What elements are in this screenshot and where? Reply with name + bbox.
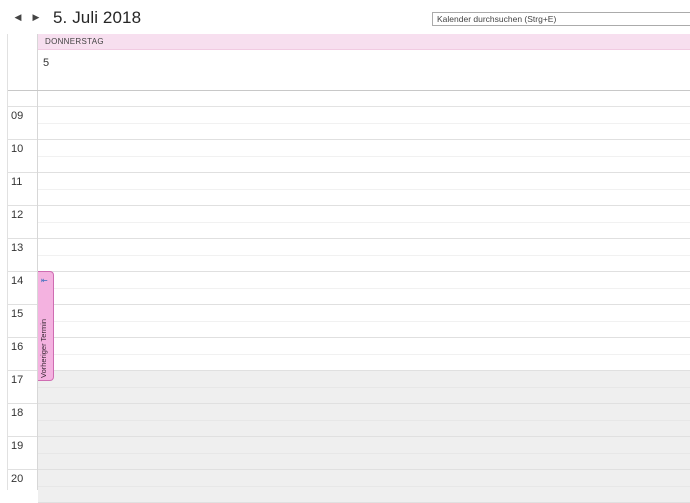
gutter-line — [8, 172, 37, 173]
half-hour-line — [38, 189, 690, 190]
previous-day-button[interactable]: ◀ — [11, 10, 25, 24]
day-header[interactable]: DONNERSTAG — [38, 34, 690, 50]
hour-label: 17 — [11, 374, 24, 386]
hour-slot-16[interactable] — [38, 338, 690, 371]
gutter-line — [8, 436, 37, 437]
half-hour-line — [38, 222, 690, 223]
calendar-header: ◀ ▶ 5. Juli 2018 — [0, 0, 690, 34]
hour-label: 20 — [11, 473, 24, 485]
half-hour-line — [38, 420, 690, 421]
hour-slot-14[interactable] — [38, 272, 690, 305]
hour-label: 13 — [11, 242, 24, 254]
half-hour-line — [38, 321, 690, 322]
gutter-line — [8, 403, 37, 404]
half-hour-line — [38, 387, 690, 388]
hour-label: 16 — [11, 341, 24, 353]
date-title: 5. Juli 2018 — [53, 8, 142, 27]
gutter-line — [8, 205, 37, 206]
hour-label: 19 — [11, 440, 24, 452]
hour-slot-20[interactable] — [38, 470, 690, 503]
hour-slot-12[interactable] — [38, 206, 690, 239]
hour-label: 12 — [11, 209, 24, 221]
half-hour-line — [38, 156, 690, 157]
weekday-label: DONNERSTAG — [45, 37, 104, 46]
hour-slot-11[interactable] — [38, 173, 690, 206]
hour-label: 18 — [11, 407, 24, 419]
hour-slot-18[interactable] — [38, 404, 690, 437]
hour-slot-17[interactable] — [38, 371, 690, 404]
time-grid: 09 10 11 12 13 14 15 16 17 18 19 20 — [0, 91, 690, 503]
gutter-line — [8, 337, 37, 338]
arrow-left-bar-icon: ⇤ — [41, 276, 48, 285]
half-hour-line — [38, 288, 690, 289]
gutter-line — [8, 139, 37, 140]
time-slot[interactable] — [38, 91, 690, 107]
next-day-button[interactable]: ▶ — [29, 10, 43, 24]
half-hour-line — [38, 354, 690, 355]
hour-slot-10[interactable] — [38, 140, 690, 173]
hour-slot-09[interactable] — [38, 107, 690, 140]
triangle-right-icon: ▶ — [32, 11, 40, 22]
hour-slot-13[interactable] — [38, 239, 690, 272]
gutter-line — [8, 469, 37, 470]
hour-label: 15 — [11, 308, 24, 320]
half-hour-line — [38, 453, 690, 454]
half-hour-line — [38, 255, 690, 256]
hour-label: 10 — [11, 143, 24, 155]
gutter-line — [8, 304, 37, 305]
gutter-line — [8, 106, 37, 107]
previous-appointment-label: Vorheriger Termin — [39, 318, 48, 378]
hour-label: 11 — [11, 176, 23, 188]
day-number: 5 — [43, 57, 50, 69]
half-hour-line — [38, 486, 690, 487]
hour-slot-15[interactable] — [38, 305, 690, 338]
previous-appointment-button[interactable]: ⇤ Vorheriger Termin — [38, 271, 54, 381]
hour-slot-19[interactable] — [38, 437, 690, 470]
gutter-line — [8, 238, 37, 239]
hour-label: 14 — [11, 275, 24, 287]
gutter-line — [8, 370, 37, 371]
calendar-search-input[interactable] — [432, 12, 690, 26]
triangle-left-icon: ◀ — [14, 11, 22, 22]
half-hour-line — [38, 123, 690, 124]
hour-label: 09 — [11, 110, 24, 122]
gutter-line — [8, 271, 37, 272]
